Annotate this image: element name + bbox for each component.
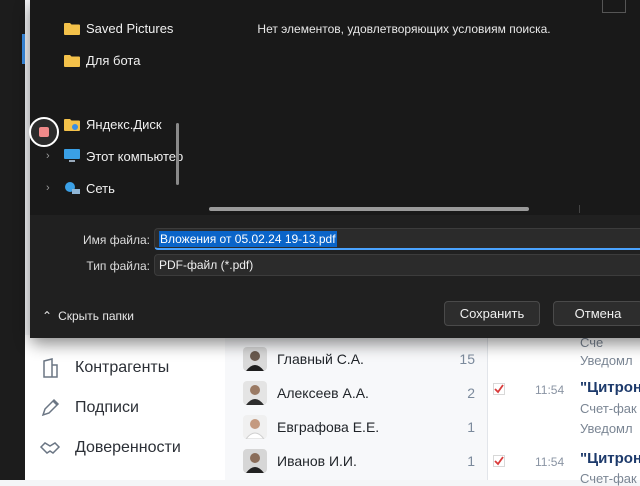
app-sidebar: Контрагенты Подписи Доверенности <box>25 335 225 480</box>
checkmark-icon <box>493 455 505 467</box>
filename-input[interactable]: Вложения от 05.02.24 19-13.pdf <box>154 228 640 250</box>
checkmark-icon <box>493 383 505 395</box>
sidebar-item-powers-of-attorney[interactable]: Доверенности <box>39 436 181 460</box>
active-indicator <box>22 34 25 64</box>
expand-chevron-icon[interactable]: › <box>46 150 50 162</box>
avatar <box>243 381 267 405</box>
avatar <box>243 415 267 439</box>
message-subtitle: Счет-фак <box>580 401 637 416</box>
list-item[interactable]: Алексеев А.А. 2 <box>243 379 475 407</box>
app-left-rail <box>0 0 25 480</box>
building-icon <box>43 358 58 378</box>
tree-item-label: Яндекс.Диск <box>86 116 162 132</box>
screen-recording-stop-button[interactable] <box>29 117 59 147</box>
scrollbar-track-end <box>579 205 580 213</box>
message-time: 11:54 <box>535 383 565 397</box>
tree-item-bot-folder[interactable]: Для бота <box>64 49 140 71</box>
message-subtitle: Уведомл <box>580 421 633 436</box>
contact-name: Алексеев А.А. <box>277 385 369 401</box>
hide-folders-button[interactable]: ⌃ Скрыть папки <box>42 309 134 323</box>
nav-pane-scrollbar[interactable] <box>176 123 179 185</box>
contact-name: Иванов И.И. <box>277 453 357 469</box>
avatar <box>243 347 267 371</box>
message-subtitle: Счет-фак <box>580 471 637 486</box>
tree-item-label: Saved Pictures <box>86 20 174 36</box>
yandex-disk-folder-icon <box>64 118 80 131</box>
sidebar-item-signatures[interactable]: Подписи <box>39 396 139 420</box>
column-divider <box>602 0 626 13</box>
filetype-label: Тип файла: <box>86 259 150 273</box>
sidebar-item-label: Контрагенты <box>75 359 170 376</box>
contact-name: Главный С.А. <box>277 351 364 367</box>
navigation-pane: Saved Pictures Для бота Яндекс.Диск › Эт… <box>30 0 184 215</box>
tree-item-network[interactable]: Сеть <box>64 177 115 199</box>
tree-item-label: Для бота <box>86 52 141 68</box>
list-item[interactable]: Евграфова Е.Е. 1 <box>243 413 475 441</box>
contact-count: 2 <box>467 385 475 401</box>
save-button[interactable]: Сохранить <box>444 301 540 326</box>
dialog-footer: Имя файла: Вложения от 05.02.24 19-13.pd… <box>30 215 640 338</box>
contacts-list: Главный С.А. 15 Алексеев А.А. 2 Евграфов… <box>225 335 487 480</box>
sidebar-item-label: Доверенности <box>75 439 181 456</box>
hide-folders-label: Скрыть папки <box>58 309 134 323</box>
list-item[interactable]: Главный С.А. 15 <box>243 345 475 373</box>
cancel-button[interactable]: Отмена <box>553 301 640 326</box>
sidebar-item-contractors[interactable]: Контрагенты <box>39 356 169 380</box>
avatar <box>243 449 267 473</box>
filename-value: Вложения от 05.02.24 19-13.pdf <box>159 230 337 247</box>
filename-label: Имя файла: <box>83 233 150 247</box>
stop-icon <box>39 127 49 137</box>
folder-icon <box>64 22 80 35</box>
expand-chevron-icon[interactable]: › <box>46 182 50 194</box>
chevron-up-icon: ⌃ <box>42 309 53 323</box>
contact-count: 15 <box>459 351 475 367</box>
computer-icon <box>64 149 80 162</box>
message-title[interactable]: "Цитрон <box>580 379 640 396</box>
folder-icon <box>64 54 80 67</box>
tree-item-label: Этот компьютер <box>86 148 184 164</box>
handshake-icon <box>39 442 61 454</box>
network-icon <box>65 182 80 194</box>
horizontal-scrollbar[interactable] <box>209 207 529 211</box>
message-time: 11:54 <box>535 455 565 469</box>
filetype-select[interactable]: PDF-файл (*.pdf) <box>154 254 640 276</box>
filetype-value: PDF-файл (*.pdf) <box>159 258 254 272</box>
tree-item-saved-pictures[interactable]: Saved Pictures <box>64 17 173 39</box>
list-item[interactable]: Иванов И.И. 1 <box>243 447 475 475</box>
save-file-dialog: Saved Pictures Для бота Яндекс.Диск › Эт… <box>30 0 640 338</box>
sidebar-item-label: Подписи <box>75 399 139 416</box>
contact-count: 1 <box>467 453 475 469</box>
message-title[interactable]: "Цитрон <box>580 450 640 467</box>
tree-item-this-pc[interactable]: Этот компьютер <box>64 145 183 167</box>
file-list-pane: Нет элементов, удовлетворяющих условиям … <box>184 0 640 215</box>
contact-count: 1 <box>467 419 475 435</box>
pen-icon <box>41 398 60 417</box>
messages-list: Сче Уведомл 11:54 "Цитрон Счет-фак Уведо… <box>487 335 640 486</box>
contact-name: Евграфова Е.Е. <box>277 419 380 435</box>
tree-item-yandex-disk[interactable]: Яндекс.Диск <box>64 113 162 135</box>
message-subtitle: Уведомл <box>580 353 633 368</box>
tree-item-label: Сеть <box>86 180 115 196</box>
empty-search-message: Нет элементов, удовлетворяющих условиям … <box>257 22 551 36</box>
